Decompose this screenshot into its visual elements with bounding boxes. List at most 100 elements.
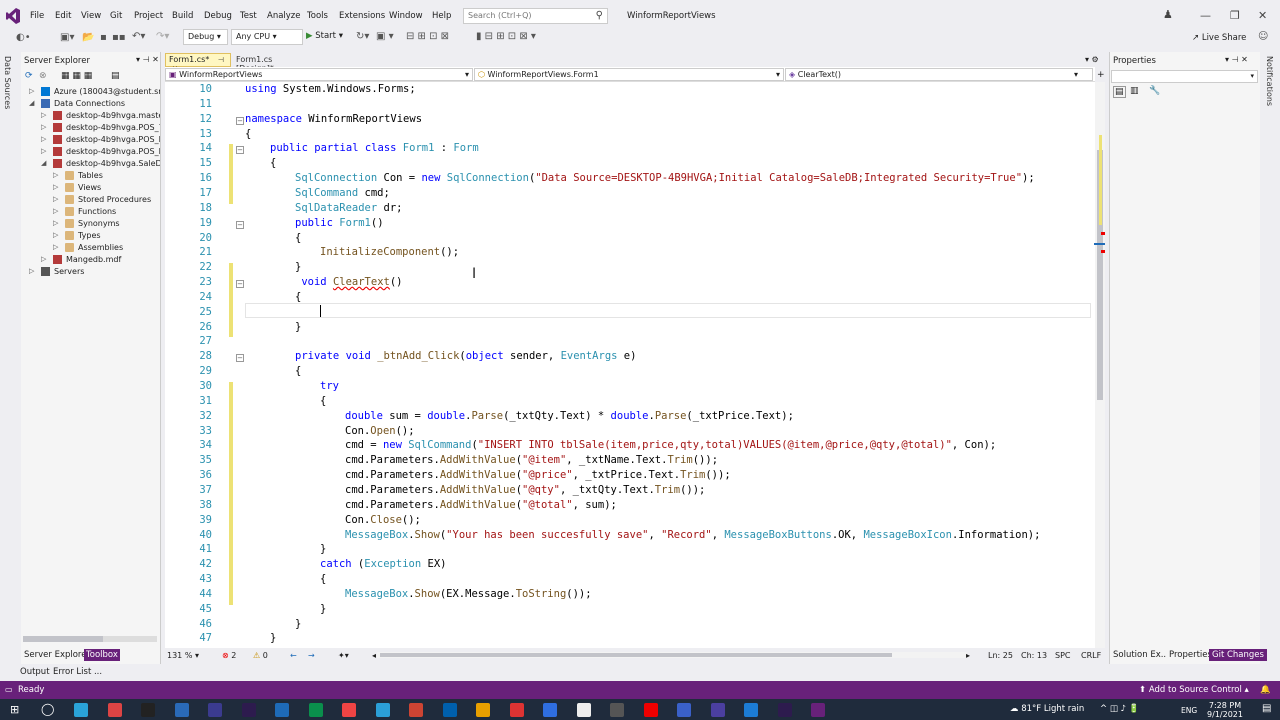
notifications-tab[interactable]: Notifications bbox=[1265, 56, 1274, 106]
tree-item[interactable]: ▷ Synonyms bbox=[21, 218, 160, 230]
menu-project[interactable]: Project bbox=[134, 11, 163, 21]
expand-arrow-icon[interactable]: ▷ bbox=[53, 207, 58, 215]
align-icons[interactable]: ⊟ ⊞ ⊡ ⊠ bbox=[406, 31, 449, 42]
horizontal-scrollbar-thumb[interactable] bbox=[380, 653, 892, 657]
tab-error-list[interactable]: Error List ... bbox=[53, 667, 102, 677]
data-sources-tab[interactable]: Data Sources bbox=[3, 56, 12, 109]
taskbar-app-icon[interactable] bbox=[308, 703, 323, 717]
taskbar-app-icon[interactable] bbox=[710, 703, 725, 717]
collapse-region-icon[interactable]: − bbox=[236, 354, 244, 363]
scroll-left-icon[interactable]: ◂ bbox=[372, 651, 376, 660]
bookmark-icon[interactable]: ▮ ⊟ ⊞ ⊡ ⊠ ▾ bbox=[476, 31, 536, 42]
code-line[interactable]: private void _btnAdd_Click(object sender… bbox=[295, 350, 636, 362]
collapse-region-icon[interactable]: − bbox=[236, 220, 244, 229]
project-nav-select[interactable]: ▣ WinformReportViews ▾ bbox=[165, 68, 473, 81]
code-line[interactable]: cmd.Parameters.AddWithValue("@item", _tx… bbox=[345, 454, 718, 466]
code-editor[interactable] bbox=[165, 82, 1095, 648]
expand-arrow-icon[interactable]: ▷ bbox=[53, 183, 58, 191]
menu-window[interactable]: Window bbox=[389, 11, 423, 21]
expand-arrow-icon[interactable]: ▷ bbox=[41, 135, 46, 143]
taskbar-app-icon[interactable] bbox=[375, 703, 390, 717]
platform-select[interactable]: Any CPU ▾ bbox=[231, 29, 303, 45]
tree-item[interactable]: ▷ Mangedb.mdf bbox=[21, 254, 160, 266]
code-line[interactable]: { bbox=[295, 365, 301, 377]
code-line[interactable]: void ClearText() bbox=[295, 276, 402, 288]
save-icon[interactable]: ▪ bbox=[100, 32, 107, 43]
code-line[interactable]: { bbox=[295, 291, 301, 303]
code-line[interactable]: { bbox=[245, 128, 251, 140]
expand-arrow-icon[interactable]: ▷ bbox=[41, 123, 46, 131]
taskbar-app-icon[interactable] bbox=[509, 703, 524, 717]
code-line[interactable]: catch (Exception EX) bbox=[320, 558, 446, 570]
collapse-arrow-icon[interactable]: ◢ bbox=[41, 159, 46, 167]
collapse-arrow-icon[interactable]: ◢ bbox=[29, 99, 34, 107]
tree-item[interactable]: ▷ Types bbox=[21, 230, 160, 242]
pin-icon[interactable]: ⊣ bbox=[218, 56, 224, 64]
collapse-region-icon[interactable]: − bbox=[236, 116, 244, 125]
taskbar-app-icon[interactable] bbox=[744, 703, 758, 717]
feedback-icon[interactable]: ☺ bbox=[1258, 31, 1268, 42]
connect-server-icon[interactable]: ▤ bbox=[111, 71, 120, 81]
code-line[interactable]: { bbox=[320, 395, 326, 407]
expand-arrow-icon[interactable]: ▷ bbox=[53, 243, 58, 251]
menu-build[interactable]: Build bbox=[172, 11, 193, 21]
expand-arrow-icon[interactable]: ▷ bbox=[41, 147, 46, 155]
tree-item[interactable]: ▷ Tables bbox=[21, 170, 160, 182]
collapse-region-icon[interactable]: − bbox=[236, 280, 244, 289]
taskbar-app-icon[interactable] bbox=[208, 703, 222, 717]
object-select[interactable]: ▾ bbox=[1111, 70, 1258, 83]
navigate-forward-icon[interactable]: → bbox=[308, 651, 315, 660]
tab-form1-cs[interactable]: Form1.cs* ⊣ ✕ bbox=[165, 53, 231, 73]
code-line[interactable]: Con.Open(); bbox=[345, 425, 415, 437]
panel-options-icon[interactable]: ▾ ⊣ ✕ bbox=[1225, 55, 1248, 64]
taskbar-app-icon[interactable] bbox=[409, 703, 423, 717]
navigate-back-icon[interactable]: ◐• bbox=[16, 32, 31, 43]
code-line[interactable]: namespace WinformReportViews bbox=[245, 113, 422, 125]
code-line[interactable]: { bbox=[295, 232, 301, 244]
taskbar-app-icon[interactable] bbox=[811, 703, 825, 717]
account-icon[interactable]: ♟ bbox=[1163, 8, 1173, 21]
tree-item[interactable]: ▷ Functions bbox=[21, 206, 160, 218]
code-line[interactable]: cmd.Parameters.AddWithValue("@total", su… bbox=[345, 499, 617, 511]
taskbar-app-icon[interactable] bbox=[610, 703, 624, 717]
tree-item[interactable]: ▷ desktop-4b9hvga.master.c bbox=[21, 110, 160, 122]
search-icon[interactable]: ◯ bbox=[41, 702, 54, 716]
taskbar-app-icon[interactable] bbox=[677, 703, 691, 717]
language-indicator[interactable]: ENG bbox=[1181, 706, 1197, 715]
close-icon[interactable]: ✕ bbox=[1258, 9, 1267, 22]
taskbar-app-icon[interactable] bbox=[141, 703, 155, 717]
code-line[interactable]: SqlDataReader dr; bbox=[295, 202, 402, 214]
windows-start-icon[interactable]: ⊞ bbox=[10, 703, 19, 716]
menu-tools[interactable]: Tools bbox=[307, 11, 328, 21]
weather-widget[interactable]: ☁ 81°F Light rain bbox=[1010, 704, 1084, 714]
column-number[interactable]: Ch: 13 bbox=[1021, 651, 1047, 660]
code-line[interactable]: SqlCommand cmd; bbox=[295, 187, 390, 199]
tab-solution-explorer[interactable]: Solution Ex... bbox=[1110, 649, 1172, 661]
clock[interactable]: 7:28 PM 9/1/2021 bbox=[1207, 701, 1243, 719]
taskbar-app-icon[interactable] bbox=[777, 703, 792, 717]
code-line[interactable]: using System.Windows.Forms; bbox=[245, 83, 416, 95]
tab-output[interactable]: Output bbox=[20, 667, 50, 677]
whitespace-mode[interactable]: SPC bbox=[1055, 651, 1071, 660]
notification-bell-icon[interactable]: 🔔 bbox=[1260, 685, 1271, 695]
taskbar-app-icon[interactable] bbox=[241, 703, 256, 717]
scroll-right-icon[interactable]: ▸ bbox=[966, 651, 970, 660]
menu-analyze[interactable]: Analyze bbox=[267, 11, 301, 21]
expand-arrow-icon[interactable]: ▷ bbox=[29, 87, 34, 95]
add-to-source-control[interactable]: ⬆ Add to Source Control ▴ bbox=[1139, 685, 1249, 695]
open-file-icon[interactable]: 📂 bbox=[82, 32, 94, 43]
taskbar-app-icon[interactable] bbox=[74, 703, 88, 717]
split-window-icon[interactable]: + bbox=[1097, 70, 1105, 80]
code-line[interactable]: cmd = new SqlCommand("INSERT INTO tblSal… bbox=[345, 439, 996, 451]
property-pages-icon[interactable]: 🔧 bbox=[1149, 86, 1160, 96]
horizontal-scrollbar[interactable] bbox=[23, 636, 157, 642]
hot-reload-icon[interactable]: ↻▾ bbox=[356, 31, 369, 42]
tab-git-changes[interactable]: Git Changes bbox=[1209, 649, 1267, 661]
member-nav-select[interactable]: ◈ ClearText() ▾ bbox=[785, 68, 1093, 81]
navigate-backward-icon[interactable]: ← bbox=[290, 651, 297, 660]
tab-properties[interactable]: Properties bbox=[1166, 649, 1215, 661]
tree-item[interactable]: ▷ Assemblies bbox=[21, 242, 160, 254]
code-line[interactable]: try bbox=[320, 380, 339, 392]
tree-item[interactable]: ◢ desktop-4b9hvga.SaleDB.c bbox=[21, 158, 160, 170]
tray-icons[interactable]: ^ ◫ ♪ 🔋 bbox=[1100, 704, 1139, 714]
